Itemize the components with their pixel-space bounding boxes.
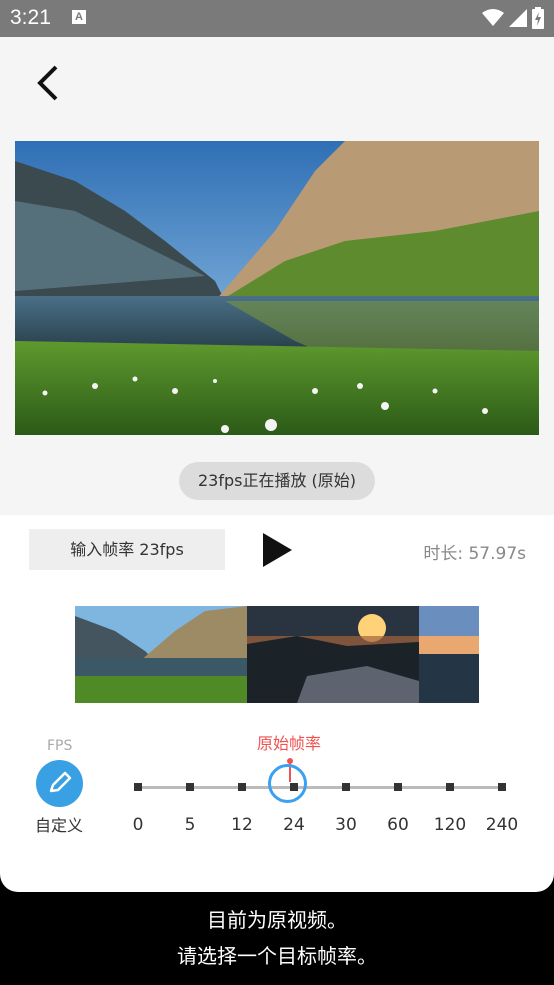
duration-text: 时长: 57.97s <box>423 544 526 564</box>
battery-icon <box>532 7 544 29</box>
original-fps-label: 原始帧率 <box>257 734 322 753</box>
slider-tick[interactable] <box>394 783 402 791</box>
back-button[interactable] <box>28 61 72 105</box>
tick-label: 0 <box>132 815 144 835</box>
status-time: 3:21 <box>10 6 51 29</box>
video-filmstrip[interactable] <box>75 606 479 703</box>
tick-label: 60 <box>387 815 409 835</box>
play-icon <box>263 533 292 567</box>
slider-tick[interactable] <box>186 783 194 791</box>
control-panel: 输入帧率 23fps 时长: 57.97s FPS 自定义 原始帧率 0 5 1… <box>0 515 554 892</box>
chevron-left-icon <box>37 65 58 101</box>
slider-tick[interactable] <box>134 783 142 791</box>
custom-fps-label: 自定义 <box>35 816 84 835</box>
input-fps-button[interactable]: 输入帧率 23fps <box>29 529 225 570</box>
tick-label: 240 <box>485 815 519 835</box>
video-frame-image <box>15 141 539 435</box>
slider-tick[interactable] <box>498 783 506 791</box>
tick-label: 30 <box>335 815 357 835</box>
subtitle-caption: 目前为原视频。 请选择一个目标帧率。 <box>0 902 554 974</box>
fps-slider[interactable]: 0 5 12 24 30 60 120 240 <box>130 755 519 855</box>
playing-status-badge: 23fps正在播放 (原始) <box>179 462 375 500</box>
slider-tick[interactable] <box>342 783 350 791</box>
pencil-icon <box>49 771 72 793</box>
subtitle-line-1: 目前为原视频。 <box>207 908 347 932</box>
fps-label: FPS <box>47 738 73 754</box>
tick-label: 5 <box>184 815 196 835</box>
filmstrip-frame-2 <box>247 606 419 703</box>
subtitle-line-2: 请选择一个目标帧率。 <box>177 944 377 968</box>
custom-fps-button[interactable] <box>36 760 83 807</box>
slider-tick[interactable] <box>446 783 454 791</box>
status-icons <box>482 7 544 29</box>
preview-area: 23fps正在播放 (原始) <box>0 37 554 515</box>
tick-label: 24 <box>283 815 305 835</box>
filmstrip-frame-3 <box>419 606 479 703</box>
video-preview[interactable] <box>15 141 539 435</box>
slider-tick[interactable] <box>238 783 246 791</box>
wifi-icon <box>482 9 504 26</box>
play-button[interactable] <box>260 531 294 569</box>
filmstrip-frame-1 <box>75 606 247 703</box>
signal-icon <box>509 9 527 27</box>
status-bar: 3:21 A <box>0 0 554 37</box>
slider-thumb[interactable] <box>268 764 307 803</box>
tick-label: 12 <box>231 815 253 835</box>
notification-icon: A <box>72 10 86 24</box>
tick-label: 120 <box>433 815 467 835</box>
